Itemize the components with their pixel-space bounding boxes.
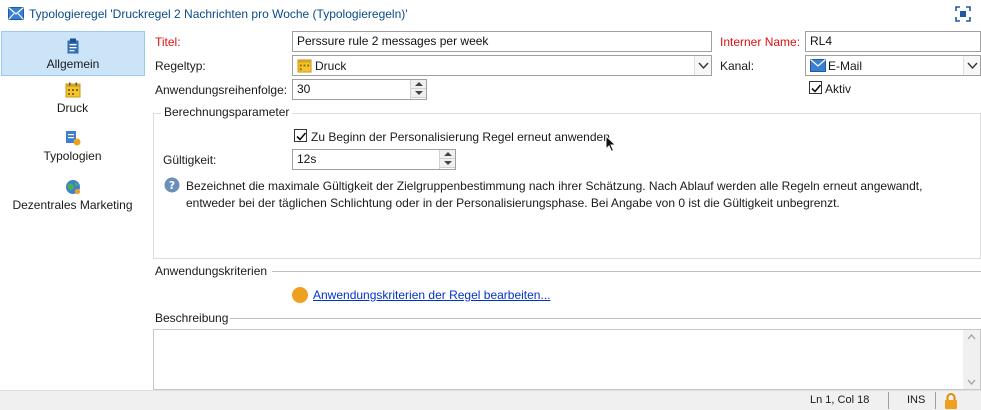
kanal-label: Kanal: [720,59,755,73]
maximize-icon[interactable] [955,6,971,22]
kanal-value: E-Mail [828,59,863,73]
reihenfolge-input[interactable]: 30 [292,79,427,100]
clipboard-icon [67,38,79,54]
envelope-icon [810,59,826,72]
internal-name-label: Interner Name: [720,35,801,49]
spin-up-button[interactable] [440,150,455,159]
insert-mode: INS [907,394,926,406]
chevron-down-icon[interactable] [694,56,711,75]
edit-criteria-link[interactable]: Anwendungskriterien der Regel bearbeiten… [313,288,550,302]
regeltyp-label: Regeltyp: [155,59,206,73]
kriterien-section-title: Anwendungskriterien [155,264,268,278]
reihenfolge-value: 30 [297,82,311,96]
lock-icon [945,393,957,409]
titel-input[interactable]: Perssure rule 2 messages per week [292,31,712,52]
section-divider [272,271,981,272]
typology-icon [65,131,80,146]
reihenfolge-stepper[interactable] [410,80,426,99]
sidebar-item-label: Typologien [43,149,102,163]
regeltyp-select[interactable]: Druck [292,55,712,76]
sidebar-item-label: Druck [56,101,89,115]
aktiv-checkbox[interactable] [809,81,822,94]
help-icon: ? [164,177,180,193]
help-text: Bezeichnet die maximale Gültigkeit der Z… [186,179,923,210]
internal-name-input[interactable]: RL4 [805,31,981,52]
checkmark-icon [296,132,307,141]
cursor-position: Ln 1, Col 18 [810,394,870,406]
scroll-down-icon[interactable] [963,375,980,389]
gueltigkeit-value: 12s [297,152,317,166]
scrollbar[interactable] [963,330,980,389]
status-separator [888,392,889,409]
sidebar-item-druck[interactable]: Druck [0,82,145,122]
svg-text:?: ? [169,179,175,192]
beschreibung-textarea[interactable] [153,329,981,390]
reapply-checkbox[interactable] [294,129,307,142]
kanal-select[interactable]: E-Mail [805,55,981,76]
print-calendar-icon [297,59,312,73]
status-separator [935,392,936,409]
section-divider [230,318,981,319]
sidebar-item-allgemein[interactable]: Allgemein [1,31,145,76]
sidebar-item-dezentrales-marketing[interactable]: Dezentrales Marketing [0,179,145,219]
globe-icon [65,180,80,195]
print-calendar-icon [65,82,80,98]
chevron-down-icon[interactable] [963,56,980,75]
sidebar-item-typologien[interactable]: Typologien [0,130,145,170]
titel-label: Titel: [155,35,181,49]
sidebar-item-label: Dezentrales Marketing [12,198,133,212]
window-title: Typologieregel 'Druckregel 2 Nachrichten… [29,7,408,21]
beschreibung-section-title: Beschreibung [155,311,229,325]
scroll-up-icon[interactable] [963,330,980,344]
regeltyp-value: Druck [315,59,347,73]
checkmark-icon [811,84,822,93]
envelope-icon [8,7,24,20]
spin-down-button[interactable] [411,89,426,98]
sidebar: Allgemein Druck Typologien Dezentrales M… [0,28,147,390]
gueltigkeit-label: Gültigkeit: [163,153,217,167]
gueltigkeit-input[interactable]: 12s [292,149,456,170]
aktiv-label: Aktiv [825,82,852,96]
spin-down-button[interactable] [440,159,455,168]
reihenfolge-label: Anwendungsreihenfolge: [155,83,288,97]
status-dot-icon [292,287,308,303]
spin-up-button[interactable] [411,80,426,89]
gueltigkeit-stepper[interactable] [439,150,455,169]
berechnungsparameter-title: Berechnungsparameter [161,105,293,119]
sidebar-item-label: Allgemein [46,57,100,71]
mouse-cursor-icon [605,135,617,153]
reapply-label: Zu Beginn der Personalisierung Regel ern… [311,130,610,144]
